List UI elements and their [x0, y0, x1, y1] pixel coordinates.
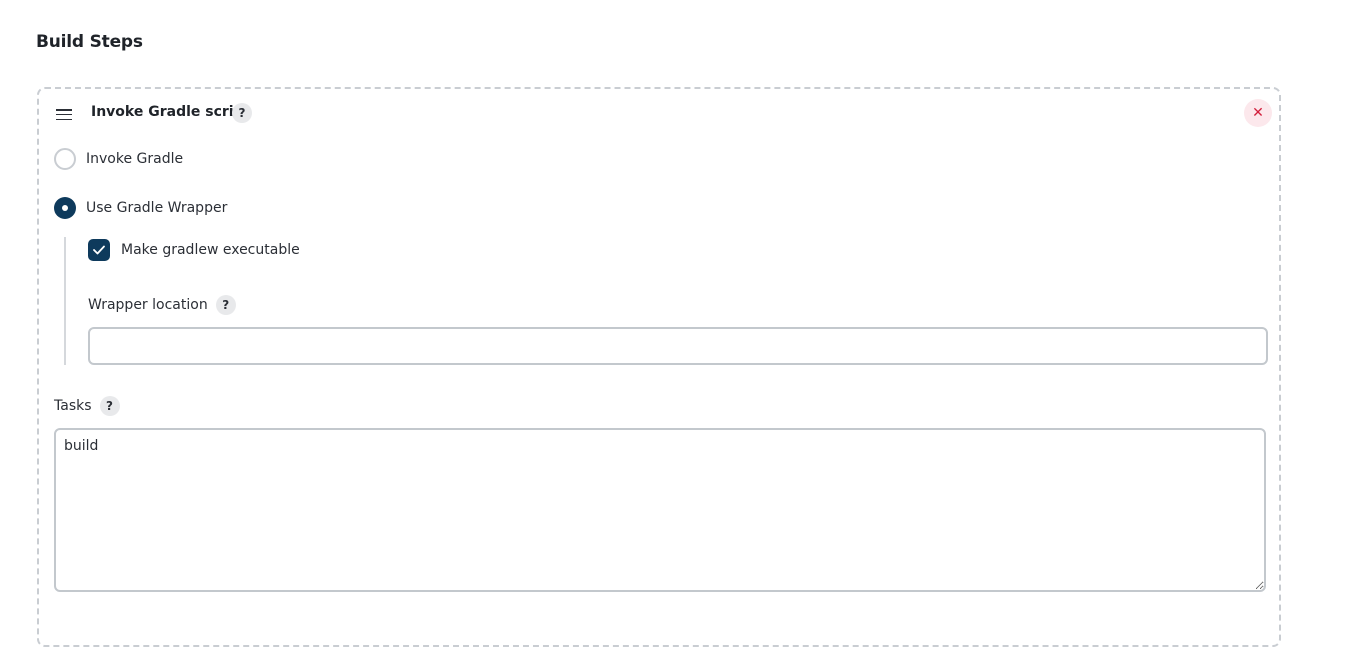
- make-gradlew-executable-checkbox[interactable]: [88, 239, 110, 261]
- make-gradlew-executable-label: Make gradlew executable: [121, 242, 300, 258]
- drag-handle-icon[interactable]: [56, 109, 72, 121]
- option-invoke-gradle[interactable]: Invoke Gradle: [54, 148, 183, 170]
- wrapper-location-input[interactable]: [88, 327, 1268, 365]
- delete-step-button[interactable]: ✕: [1244, 99, 1272, 127]
- make-gradlew-executable-option[interactable]: Make gradlew executable: [88, 239, 300, 261]
- wrapper-location-field-label: Wrapper location ?: [88, 295, 236, 315]
- use-gradle-wrapper-radio[interactable]: [54, 197, 76, 219]
- invoke-gradle-radio[interactable]: [54, 148, 76, 170]
- invoke-gradle-label: Invoke Gradle: [86, 151, 184, 167]
- step-help-icon[interactable]: ?: [232, 103, 252, 123]
- option-use-gradle-wrapper[interactable]: Use Gradle Wrapper: [54, 197, 227, 219]
- tasks-label: Tasks: [54, 398, 92, 414]
- wrapper-location-label: Wrapper location: [88, 297, 208, 313]
- step-title: Invoke Gradle script: [91, 104, 251, 120]
- use-gradle-wrapper-label: Use Gradle Wrapper: [86, 200, 228, 216]
- checkmark-icon: [93, 245, 105, 255]
- tasks-field-label: Tasks ?: [54, 396, 120, 416]
- wrapper-options-panel: Make gradlew executable Wrapper location…: [64, 237, 1271, 365]
- build-step-card: Invoke Gradle script ? ✕ Invoke Gradle U…: [37, 87, 1281, 647]
- tasks-help-icon[interactable]: ?: [99, 396, 120, 416]
- tasks-textarea[interactable]: build: [54, 428, 1266, 592]
- wrapper-location-help-icon[interactable]: ?: [215, 295, 236, 315]
- section-title: Build Steps: [36, 32, 143, 52]
